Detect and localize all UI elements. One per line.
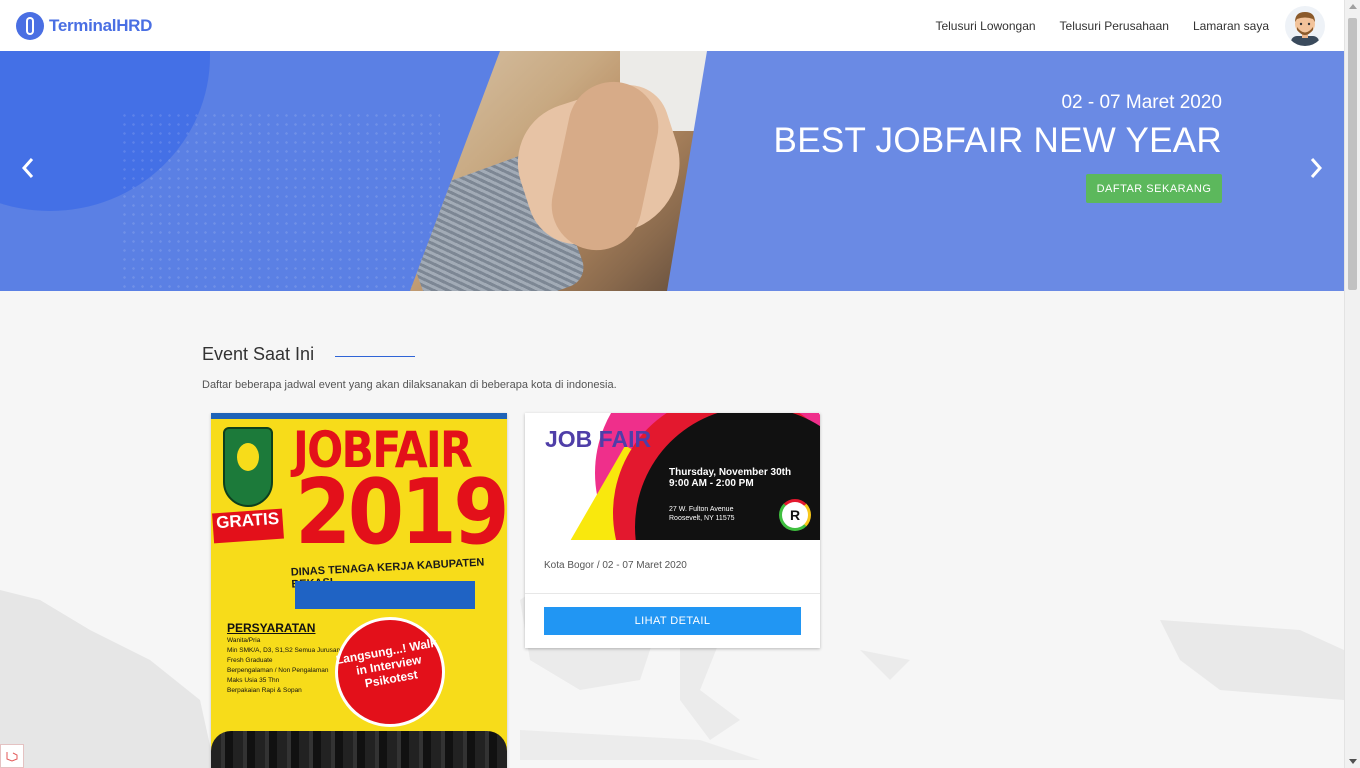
list-item: Maks Usia 35 Thn	[227, 677, 280, 684]
section-description: Daftar beberapa jadwal event yang akan d…	[202, 379, 617, 391]
daftar-sekarang-button[interactable]: DAFTAR SEKARANG	[1086, 174, 1222, 203]
list-item: Fresh Graduate	[227, 657, 273, 664]
nav-links: Telusuri Lowongan Telusuri Perusahaan La…	[911, 5, 1344, 46]
brand-name: TerminalHRD	[49, 15, 153, 35]
scrollbar-thumb[interactable]	[1348, 18, 1357, 290]
poster-crowd-image	[211, 731, 507, 768]
lihat-detail-button[interactable]: LIHAT DETAIL	[544, 607, 801, 635]
carousel-prev-icon[interactable]	[18, 156, 38, 180]
hero-date: 02 - 07 Maret 2020	[1061, 92, 1222, 113]
brand[interactable]: TerminalHRD	[16, 11, 153, 40]
poster-walk-in-badge: Langsung...! Walk in Interview Psikotest	[326, 608, 454, 736]
hero-dots-pattern	[120, 111, 440, 291]
navbar: TerminalHRD Telusuri Lowongan Telusuri P…	[0, 0, 1344, 51]
hero-text-panel	[667, 51, 1344, 291]
brand-logo-icon	[16, 11, 44, 40]
event-card-jobfair: JOB FAIR Thursday, November 30th 9:00 AM…	[525, 413, 820, 648]
carousel-next-icon[interactable]	[1306, 156, 1326, 180]
event-banner-image[interactable]: JOB FAIR Thursday, November 30th 9:00 AM…	[525, 413, 820, 540]
scroll-up-icon[interactable]	[1349, 4, 1357, 9]
poster-requirements-list: Wanita/Pria Min SMK/A, D3, S1,S2 Semua J…	[227, 637, 347, 697]
nav-link-lamaran-saya[interactable]: Lamaran saya	[1193, 19, 1269, 33]
hero-title: BEST JOBFAIR NEW YEAR	[773, 121, 1222, 160]
banner-datetime: Thursday, November 30th 9:00 AM - 2:00 P…	[669, 467, 792, 489]
event-card-poster[interactable]: JOBFAIR 2019 GRATIS DINAS TENAGA KERJA K…	[211, 413, 507, 768]
poster-gratis-badge: GRATIS	[212, 508, 284, 544]
hero-carousel: 02 - 07 Maret 2020 BEST JOBFAIR NEW YEAR…	[0, 51, 1344, 291]
page-scrollbar[interactable]	[1344, 0, 1360, 768]
avatar-icon	[1291, 11, 1319, 46]
nav-link-telusuri-perusahaan[interactable]: Telusuri Perusahaan	[1060, 19, 1169, 33]
banner-logo-icon: R	[779, 499, 811, 531]
laravel-icon[interactable]	[0, 744, 24, 768]
kabupaten-emblem-icon	[223, 427, 273, 507]
list-item: Berpengalaman / Non Pengalaman	[227, 667, 329, 674]
poster-schedule-box	[295, 581, 475, 609]
scroll-down-icon[interactable]	[1349, 759, 1357, 764]
banner-title: JOB FAIR	[545, 426, 652, 452]
list-item: Min SMK/A, D3, S1,S2 Semua Jurusan	[227, 647, 341, 654]
list-item: Berpakaian Rapi & Sopan	[227, 687, 302, 694]
section-title: Event Saat Ini	[202, 344, 315, 364]
event-meta: Kota Bogor / 02 - 07 Maret 2020	[544, 560, 687, 571]
nav-link-telusuri-lowongan[interactable]: Telusuri Lowongan	[935, 19, 1035, 33]
divider	[525, 593, 820, 594]
poster-year: 2019	[295, 460, 507, 565]
handshake-image	[410, 51, 710, 291]
user-avatar[interactable]	[1285, 5, 1325, 46]
section-title-underline	[335, 356, 415, 357]
banner-address: 27 W. Fulton Avenue Roosevelt, NY 11575	[669, 506, 735, 523]
list-item: Wanita/Pria	[227, 637, 261, 644]
poster-requirements-title: PERSYARATAN	[227, 621, 316, 635]
